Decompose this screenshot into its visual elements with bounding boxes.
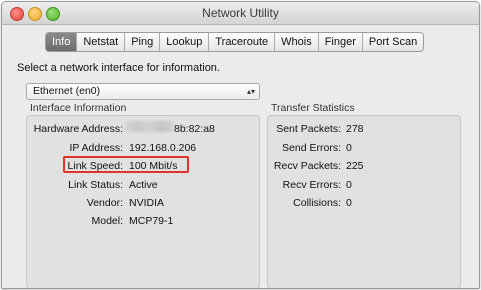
- tab-whois[interactable]: Whois: [275, 33, 319, 51]
- interface-select[interactable]: Ethernet (en0) ▴▾: [26, 83, 260, 100]
- hardware-address-value: 8b:82:a8: [174, 123, 215, 135]
- vendor-label: Vendor:: [86, 197, 123, 209]
- tab-traceroute[interactable]: Traceroute: [209, 33, 276, 51]
- tab-bar: Info Netstat Ping Lookup Traceroute Whoi…: [45, 32, 425, 52]
- title-bar: Network Utility: [2, 2, 479, 25]
- window-content: Info Netstat Ping Lookup Traceroute Whoi…: [2, 25, 479, 288]
- hardware-address-label: Hardware Address:: [33, 123, 123, 135]
- collisions-value: 0: [346, 197, 352, 209]
- interface-prompt: Select a network interface for informati…: [17, 62, 220, 74]
- window-title: Network Utility: [202, 6, 279, 20]
- tab-lookup[interactable]: Lookup: [160, 33, 210, 51]
- link-status-label: Link Status:: [68, 179, 123, 191]
- tab-finger[interactable]: Finger: [319, 33, 363, 51]
- tab-netstat[interactable]: Netstat: [77, 33, 126, 51]
- sent-packets-value: 278: [346, 123, 364, 135]
- tab-info[interactable]: Info: [46, 33, 78, 51]
- recv-errors-label: Recv Errors:: [282, 179, 341, 191]
- ip-address-label: IP Address:: [69, 142, 123, 154]
- model-label: Model:: [91, 215, 123, 227]
- recv-packets-label: Recv Packets:: [273, 160, 341, 172]
- recv-packets-value: 225: [346, 160, 364, 172]
- tab-port-scan[interactable]: Port Scan: [363, 33, 423, 51]
- sent-packets-label: Sent Packets:: [276, 123, 341, 135]
- transfer-stats-heading: Transfer Statistics: [271, 102, 355, 114]
- send-errors-value: 0: [346, 142, 352, 154]
- send-errors-label: Send Errors:: [282, 142, 341, 154]
- interface-info-heading: Interface Information: [30, 102, 127, 114]
- interface-select-value: Ethernet (en0): [33, 85, 101, 97]
- ip-address-value: 192.168.0.206: [129, 142, 197, 154]
- vendor-value: NVIDIA: [129, 197, 165, 209]
- up-down-arrows-icon: ▴▾: [246, 87, 255, 96]
- collisions-label: Collisions:: [293, 197, 341, 209]
- link-status-value: Active: [129, 179, 158, 191]
- network-utility-window: Network Utility Info Netstat Ping Lookup…: [1, 1, 480, 289]
- recv-errors-value: 0: [346, 179, 352, 191]
- tab-ping[interactable]: Ping: [125, 33, 161, 51]
- redacted-hardware-address: [125, 121, 173, 132]
- model-value: MCP79-1: [129, 215, 174, 227]
- link-speed-highlight-box: [63, 156, 189, 173]
